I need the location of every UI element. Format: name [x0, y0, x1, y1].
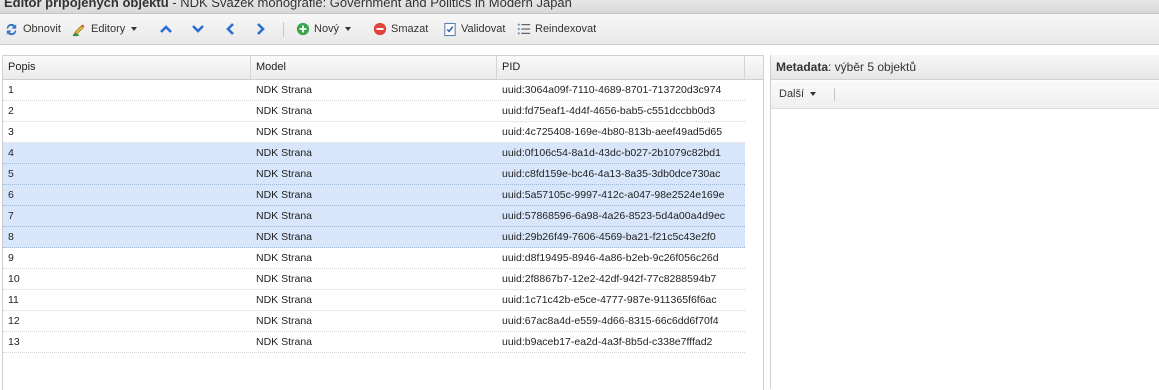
chevron-down-icon [345, 27, 352, 31]
cell-pid: uuid:67ac8a4d-e559-4d66-8315-66c6dd6f70f… [502, 315, 719, 327]
metadata-header: Metadata: výběr 5 objektů [771, 55, 1159, 80]
column-header-filler [745, 56, 763, 79]
window-title: Editor připojených objektů - NDK Svazek … [4, 0, 572, 10]
cell-popis: 4 [8, 147, 14, 159]
cell-popis: 3 [8, 126, 14, 138]
cell-model: NDK Strana [256, 189, 313, 201]
grid-header: Popis Model PID [3, 56, 763, 80]
refresh-icon [6, 23, 17, 35]
cell-popis: 11 [8, 294, 19, 306]
cell-popis: 5 [8, 168, 14, 180]
metadata-panel: Metadata: výběr 5 objektů Další [770, 55, 1159, 389]
previous-button[interactable] [222, 14, 238, 44]
table-row[interactable]: 7 NDK Strana uuid:57868596-6a98-4a26-8523-… [3, 206, 745, 227]
delete-label: Smazat [391, 23, 429, 35]
cell-pid: uuid:4c725408-169e-4b80-813b-aeef49ad5d6… [502, 126, 723, 138]
cell-popis: 10 [8, 273, 20, 285]
cell-model: NDK Strana [256, 84, 313, 96]
reindex-label: Reindexovat [535, 23, 597, 35]
cell-model: NDK Strana [256, 105, 313, 117]
objects-grid: Popis Model PID 1 NDK Strana uuid:3064a09f… [2, 55, 764, 390]
cell-model: NDK Strana [256, 168, 313, 180]
chevron-right-icon [257, 23, 265, 35]
cell-pid: uuid:5a57105c-9997-412c-a047-98e2524e169… [502, 189, 725, 201]
cell-pid: uuid:1c71c42b-e5ce-4777-987e-911365f6f6a… [502, 294, 717, 306]
cell-popis: 6 [8, 189, 14, 201]
table-row[interactable]: 3 NDK Strana uuid:4c725408-169e-4b80-813b-… [3, 122, 745, 143]
cell-pid: uuid:0f106c54-8a1d-43dc-b027-2b1079c82bd… [502, 147, 721, 159]
last-button[interactable] [190, 14, 206, 44]
table-row[interactable]: 12 NDK Strana uuid:67ac8a4d-e559-4d66-8315… [3, 311, 745, 332]
cell-pid: uuid:3064a09f-7110-4689-8701-713720d3c97… [502, 84, 722, 96]
cell-model: NDK Strana [256, 252, 313, 264]
metadata-toolbar: Další [771, 81, 1159, 109]
cell-pid: uuid:57868596-6a98-4a26-8523-5d4a00a4d9e… [502, 210, 726, 222]
delete-circle-icon [373, 22, 387, 36]
cell-pid: uuid:fd75eaf1-4d4f-4656-bab5-c551dccbb0d… [502, 105, 716, 117]
refresh-button[interactable]: Obnovit [4, 14, 61, 44]
checklist-icon [444, 22, 456, 36]
cell-popis: 9 [8, 252, 14, 264]
more-menu-button[interactable]: Další [779, 81, 817, 108]
cell-pid: uuid:b9aceb17-ea2d-4a3f-8b5d-c338e7fffad… [502, 336, 713, 348]
grid-body: 1 NDK Strana uuid:3064a09f-7110-4689-8701-… [3, 80, 745, 353]
cell-model: NDK Strana [256, 336, 313, 348]
metadata-label: Metadata [776, 60, 829, 74]
cell-model: NDK Strana [256, 231, 313, 243]
cell-popis: 7 [8, 210, 14, 222]
table-row[interactable]: 13 NDK Strana uuid:b9aceb17-ea2d-4a3f-8b5d… [3, 332, 745, 353]
cell-popis: 13 [8, 336, 20, 348]
next-button[interactable] [253, 14, 269, 44]
editors-menu-button[interactable]: Editory [72, 14, 138, 44]
first-button[interactable] [158, 14, 174, 44]
chevron-up-icon [160, 25, 172, 33]
table-row[interactable]: 6 NDK Strana uuid:5a57105c-9997-412c-a047-… [3, 185, 745, 206]
table-row[interactable]: 4 NDK Strana uuid:0f106c54-8a1d-43dc-b027-… [3, 143, 745, 164]
cell-model: NDK Strana [256, 273, 313, 285]
new-label: Nový [314, 23, 340, 35]
new-menu-button[interactable]: Nový [296, 14, 352, 44]
table-row[interactable]: 9 NDK Strana uuid:d8f19495-8946-4a86-b2eb-… [3, 248, 745, 269]
table-row[interactable]: 1 NDK Strana uuid:3064a09f-7110-4689-8701-… [3, 80, 745, 101]
cell-popis: 1 [8, 84, 14, 96]
table-row[interactable]: 8 NDK Strana uuid:29b26f49-7606-4569-ba21-… [3, 227, 745, 248]
chevron-left-icon [226, 23, 234, 35]
table-row[interactable]: 11 NDK Strana uuid:1c71c42b-e5ce-4777-987e… [3, 290, 745, 311]
cell-pid: uuid:2f8867b7-12e2-42df-942f-77c8288594b… [502, 273, 717, 285]
delete-button[interactable]: Smazat [373, 14, 428, 44]
validate-button[interactable]: Validovat [443, 14, 505, 44]
table-row[interactable]: 5 NDK Strana uuid:c8fd159e-bc46-4a13-8a35-… [3, 164, 745, 185]
column-header-popis[interactable]: Popis [3, 56, 251, 79]
cell-pid: uuid:29b26f49-7606-4569-ba21-f21c5c43e2f… [502, 231, 716, 243]
column-header-pid[interactable]: PID [497, 56, 745, 79]
chevron-down-icon [810, 92, 817, 97]
toolbar: Obnovit Editory Nový Smazat Validovat Re… [0, 14, 1159, 45]
cell-model: NDK Strana [256, 147, 313, 159]
cell-model: NDK Strana [256, 294, 313, 306]
cell-popis: 12 [8, 315, 20, 327]
add-circle-icon [296, 22, 310, 36]
list-icon [517, 23, 531, 35]
editors-label: Editory [91, 23, 126, 35]
refresh-label: Obnovit [23, 23, 61, 35]
validate-label: Validovat [461, 23, 506, 35]
cell-popis: 2 [8, 105, 14, 117]
window-title-bar: Editor připojených objektů - NDK Svazek … [0, 0, 1159, 14]
table-row[interactable]: 2 NDK Strana uuid:fd75eaf1-4d4f-4656-bab5-… [3, 101, 745, 122]
metadata-selection: : výběr 5 objektů [828, 60, 917, 74]
cell-model: NDK Strana [256, 210, 313, 222]
chevron-down-icon [131, 27, 138, 31]
cell-pid: uuid:c8fd159e-bc46-4a13-8a35-3db0dce730a… [502, 168, 721, 180]
pencil-icon [72, 23, 85, 36]
table-row[interactable]: 10 NDK Strana uuid:2f8867b7-12e2-42df-942f… [3, 269, 745, 290]
column-header-model[interactable]: Model [251, 56, 497, 79]
reindex-button[interactable]: Reindexovat [517, 14, 596, 44]
chevron-down-icon [192, 25, 204, 33]
cell-popis: 8 [8, 231, 14, 243]
toolbar-divider [283, 22, 284, 37]
cell-model: NDK Strana [256, 315, 313, 327]
cell-model: NDK Strana [256, 126, 313, 138]
cell-pid: uuid:d8f19495-8946-4a86-b2eb-9c26f056c26… [502, 252, 719, 264]
toolbar-divider [834, 88, 835, 101]
